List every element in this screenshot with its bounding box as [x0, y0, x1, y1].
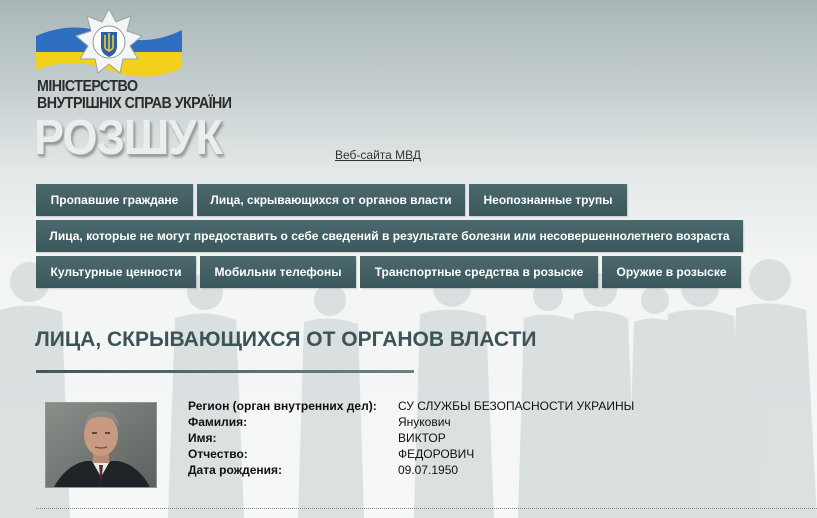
nav-item-vehicles[interactable]: Транспортные средства в розыске: [360, 256, 598, 288]
ministry-name-line1: МІНІСТЕРСТВО: [37, 78, 138, 95]
ministry-name: МІНІСТЕРСТВО ВНУТРІШНІХ СПРАВ УКРАЇНИ: [37, 78, 232, 112]
dob-row: Дата рождения:: [188, 462, 282, 478]
region-row: Регион (орган внутренних дел):: [188, 398, 377, 414]
surname-value: Янукович: [398, 415, 451, 429]
patronymic-label: Отчество:: [188, 447, 248, 461]
nav-item-unable-to-identify[interactable]: Лица, которые не могут предоставить о се…: [36, 220, 743, 252]
nav-item-cultural-values[interactable]: Культурные ценности: [36, 256, 196, 288]
surname-value-cell: Янукович: [398, 414, 451, 430]
region-label: Регион (орган внутренних дел):: [188, 399, 377, 413]
ministry-emblem-icon: [36, 8, 182, 77]
site-header: МІНІСТЕРСТВО ВНУТРІШНІХ СПРАВ УКРАЇНИ РО…: [0, 0, 817, 180]
mvd-website-link[interactable]: Веб-сайта МВД: [335, 148, 421, 162]
name-value: ВИКТОР: [398, 431, 446, 445]
region-value: СУ СЛУЖБЫ БЕЗОПАСНОСТИ УКРАИНЫ: [398, 399, 635, 413]
name-value-cell: ВИКТОР: [398, 430, 446, 446]
site-title: РОЗШУК: [34, 111, 223, 165]
name-row: Имя:: [188, 430, 217, 446]
nav-item-mobile-phones[interactable]: Мобильни телефоны: [200, 256, 356, 288]
record-separator: [36, 508, 817, 509]
person-portrait-icon: [46, 403, 156, 487]
surname-label: Фамилия:: [188, 415, 248, 429]
ministry-name-line2: ВНУТРІШНІХ СПРАВ УКРАЇНИ: [37, 95, 232, 112]
nav-item-unidentified-bodies[interactable]: Неопознанные трупы: [469, 184, 627, 216]
patronymic-row: Отчество:: [188, 446, 248, 462]
page-title: ЛИЦА, СКРЫВАЮЩИХСЯ ОТ ОРГАНОВ ВЛАСТИ: [35, 328, 537, 351]
title-underline: [36, 370, 414, 373]
patronymic-value-cell: ФЕДОРОВИЧ: [398, 446, 474, 462]
person-photo[interactable]: [45, 402, 157, 488]
dob-value-cell: 09.07.1950: [398, 462, 458, 478]
patronymic-value: ФЕДОРОВИЧ: [398, 447, 475, 461]
nav-item-fugitives[interactable]: Лица, скрывающихся от органов власти: [197, 184, 465, 216]
name-label: Имя:: [188, 431, 217, 445]
region-value-cell: СУ СЛУЖБЫ БЕЗОПАСНОСТИ УКРАИНЫ: [398, 398, 634, 414]
nav-item-missing-citizens[interactable]: Пропавшие граждане: [36, 184, 193, 216]
nav-item-weapons[interactable]: Оружие в розыске: [602, 256, 741, 288]
dob-value: 09.07.1950: [398, 463, 459, 477]
dob-label: Дата рождения:: [188, 463, 283, 477]
surname-row: Фамилия:: [188, 414, 247, 430]
